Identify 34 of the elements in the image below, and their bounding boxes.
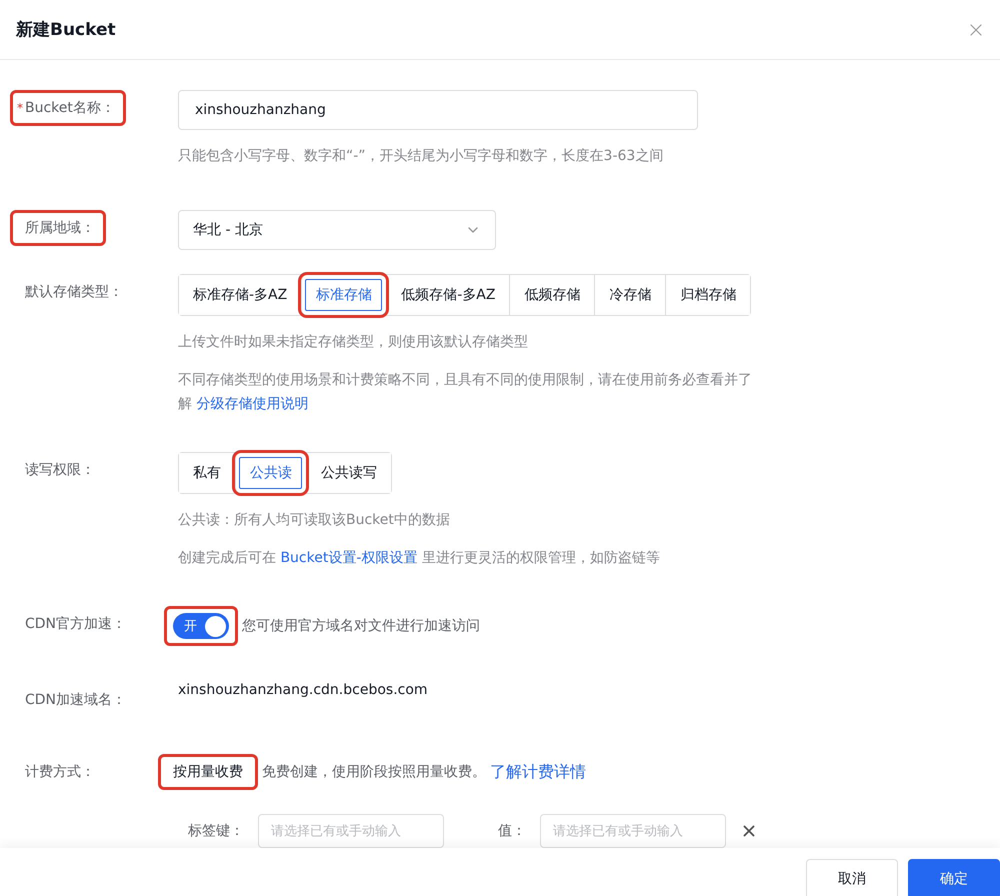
dialog-title: 新建Bucket [16, 19, 116, 41]
required-mark: * [17, 101, 23, 115]
hint-text: 只能包含小写字母、数字和“-”，开头结尾为小写字母和数字，长度在3-63之间 [178, 147, 664, 166]
tag-key-label: 标签键： [188, 822, 244, 840]
field-label: 所属地域： [25, 219, 95, 237]
field-label: 读写权限： [25, 461, 95, 479]
field-label: Bucket名称： [25, 99, 115, 117]
billing-link[interactable]: 了解计费详情 [490, 762, 586, 782]
segment-option[interactable]: 归档存储 [665, 275, 750, 315]
confirm-button[interactable]: 确定 [908, 859, 1000, 896]
billing-mode: 按用量收费 [158, 754, 258, 790]
segment-option[interactable]: 公共读 [235, 453, 306, 493]
field-label: CDN官方加速： [25, 615, 126, 633]
billing-description: 免费创建，使用阶段按照用量收费。 [262, 763, 486, 781]
segment-option[interactable]: 标准存储 [301, 275, 386, 315]
field-label: 默认存储类型： [25, 283, 123, 301]
tag-value-label: 值： [498, 822, 526, 840]
bucket-name-input[interactable]: xinshouzhanzhang [178, 90, 698, 130]
cdn-switch[interactable]: 开 [173, 613, 229, 639]
hint-text: 创建完成后可在 Bucket设置-权限设置 里进行更灵活的权限管理，如防盗链等 [178, 549, 660, 568]
field-label: CDN加速域名： [25, 691, 126, 709]
hint-text: 公共读：所有人均可读取该Bucket中的数据 [178, 511, 451, 530]
help-link[interactable]: 分级存储使用说明 [196, 396, 308, 412]
hint-text: 不同存储类型的使用场景和计费策略不同，且具有不同的使用限制，请在使用前务必查看并了解 分级存储使用说明 [178, 371, 753, 414]
cancel-button[interactable]: 取消 [806, 859, 898, 896]
segment-option[interactable]: 公共读写 [306, 453, 391, 493]
switch-description: 您可使用官方域名对文件进行加速访问 [242, 617, 480, 635]
region-select[interactable]: 华北 - 北京 [178, 210, 496, 250]
domain-text: xinshouzhanzhang.cdn.bcebos.com [178, 682, 428, 698]
help-link[interactable]: Bucket设置-权限设置 [280, 550, 418, 566]
tag-value-input[interactable]: 请选择已有或手动输入 [540, 814, 726, 848]
field-label: 计费方式： [25, 763, 95, 781]
tag-key-input[interactable]: 请选择已有或手动输入 [258, 814, 444, 848]
hint-text: 上传文件时如果未指定存储类型，则使用该默认存储类型 [178, 333, 529, 352]
